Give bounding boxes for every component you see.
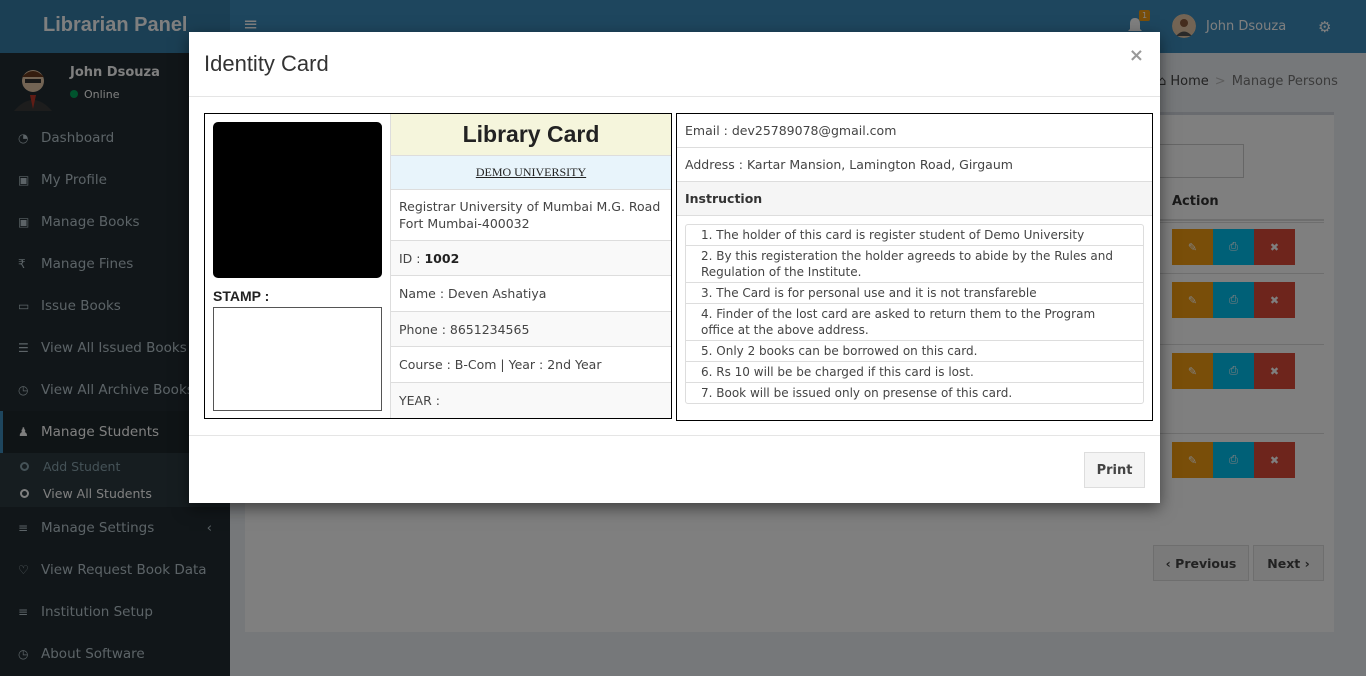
stamp-label: STAMP : bbox=[213, 288, 270, 304]
instruction-heading: Instruction bbox=[677, 182, 1152, 216]
identity-card-modal: Identity Card × STAMP : Library Card DEM… bbox=[189, 32, 1160, 503]
list-item: 3. The Card is for personal use and it i… bbox=[686, 283, 1143, 304]
card-id-value: 1002 bbox=[424, 250, 460, 266]
stamp-box bbox=[213, 307, 382, 411]
university-name: DEMO UNIVERSITY bbox=[391, 156, 671, 190]
close-button[interactable]: × bbox=[1129, 45, 1144, 66]
student-email: Email : dev25789078@gmail.com bbox=[677, 114, 1152, 148]
modal-footer: Print bbox=[189, 435, 1160, 503]
list-item: 4. Finder of the lost card are asked to … bbox=[686, 304, 1143, 341]
student-photo bbox=[213, 122, 382, 278]
list-item: 2. By this registeration the holder agre… bbox=[686, 246, 1143, 283]
list-item: 1. The holder of this card is register s… bbox=[686, 225, 1143, 246]
list-item: 7. Book will be issued only on presense … bbox=[701, 386, 1013, 400]
photo-column: STAMP : bbox=[205, 114, 391, 418]
print-button[interactable]: Print bbox=[1084, 452, 1145, 488]
list-item: 6. Rs 10 will be be charged if this card… bbox=[686, 362, 1143, 383]
card-info-column: Library Card DEMO UNIVERSITY Registrar U… bbox=[391, 114, 671, 418]
card-id: ID : 1002 bbox=[391, 241, 671, 276]
card-details: Email : dev25789078@gmail.com Address : … bbox=[676, 113, 1153, 421]
student-year: YEAR : bbox=[391, 383, 671, 418]
card-heading: Library Card bbox=[391, 114, 671, 156]
registrar-address: Registrar University of Mumbai M.G. Road… bbox=[391, 190, 671, 241]
student-phone: Phone : 8651234565 bbox=[391, 312, 671, 347]
student-course: Course : B-Com | Year : 2nd Year bbox=[391, 347, 671, 383]
list-item: 5. Only 2 books can be borrowed on this … bbox=[686, 341, 1143, 362]
student-name: Name : Deven Ashatiya bbox=[391, 276, 671, 312]
modal-header: Identity Card × bbox=[189, 32, 1160, 97]
instruction-list: 1. The holder of this card is register s… bbox=[685, 224, 1144, 404]
modal-title: Identity Card bbox=[204, 51, 329, 76]
library-card: STAMP : Library Card DEMO UNIVERSITY Reg… bbox=[204, 113, 672, 419]
student-address: Address : Kartar Mansion, Lamington Road… bbox=[677, 148, 1152, 182]
